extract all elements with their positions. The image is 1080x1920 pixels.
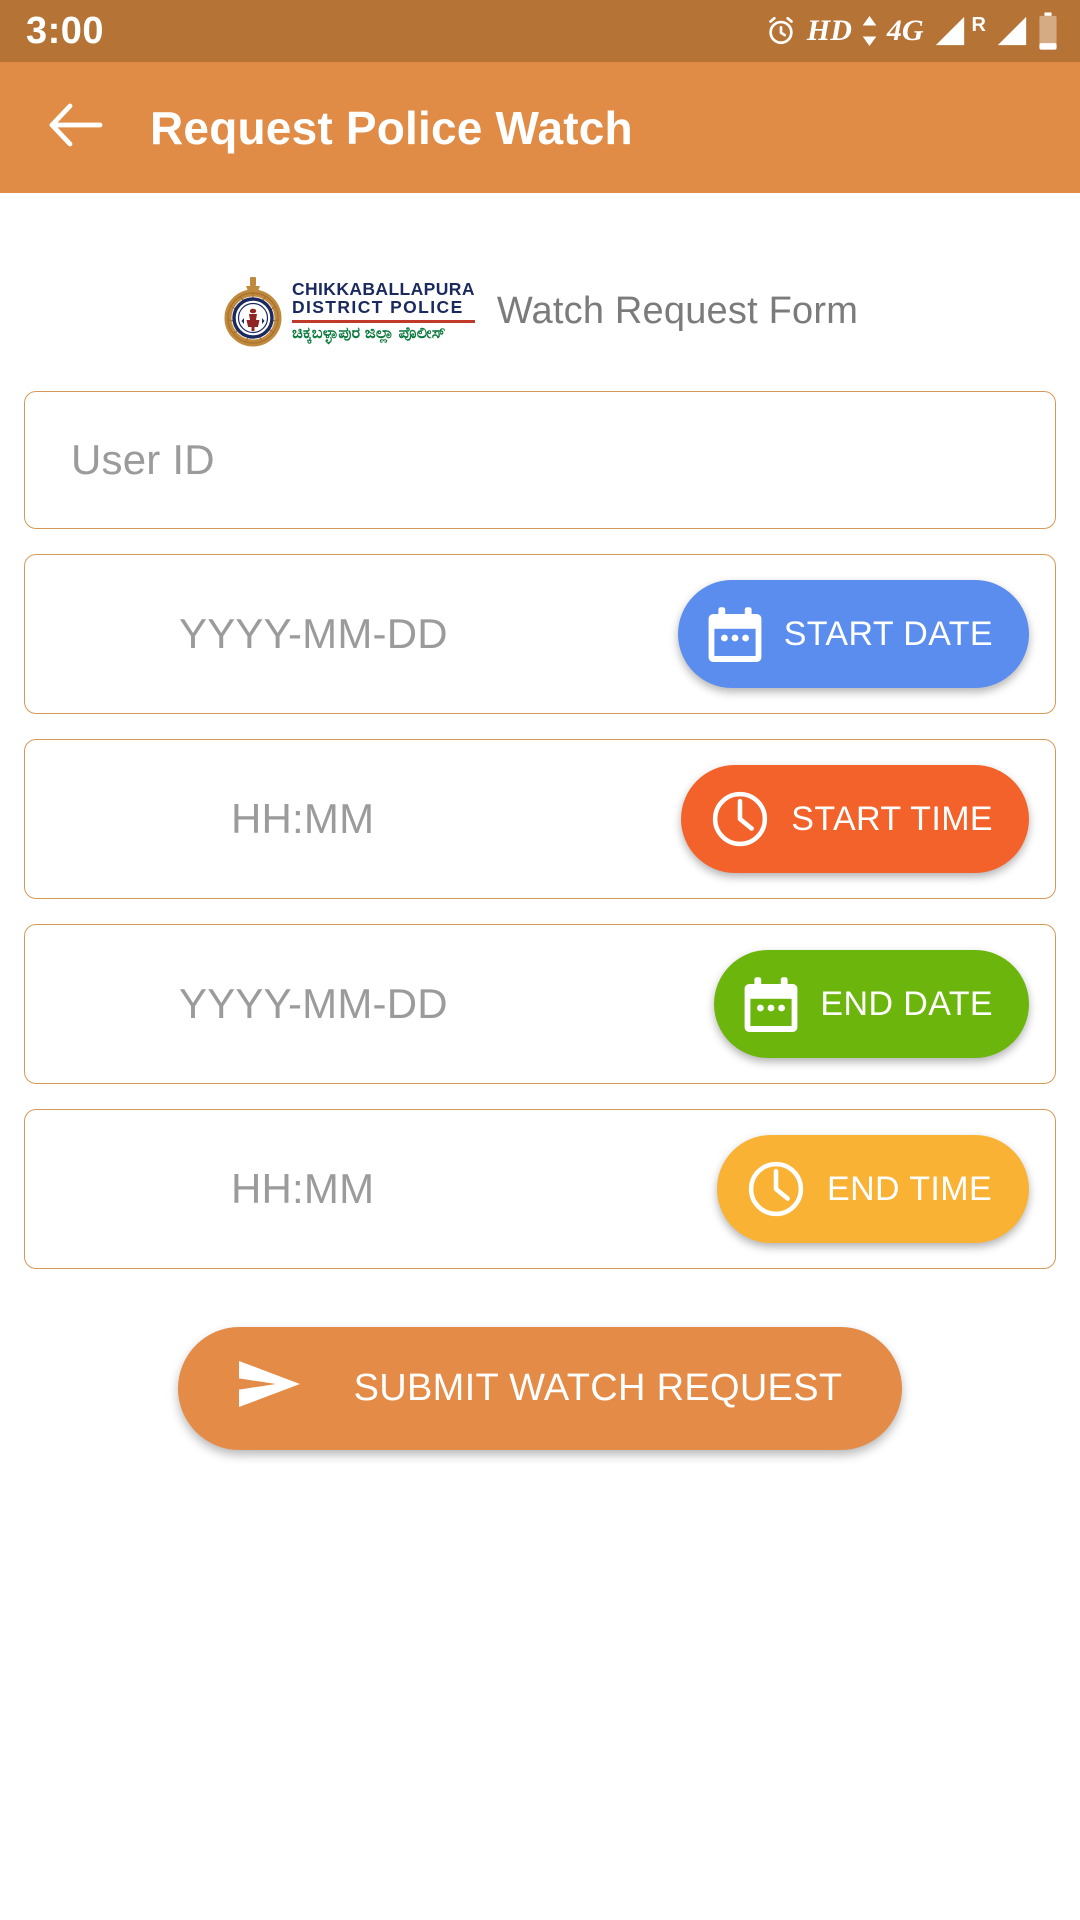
end-date-placeholder: YYYY-MM-DD [179,980,448,1027]
end-time-button[interactable]: END TIME [717,1135,1029,1243]
end-time-placeholder: HH:MM [231,1165,375,1212]
start-time-button[interactable]: START TIME [681,765,1029,873]
clock-icon [711,790,769,848]
status-bar: 3:00 HD 4G R [0,0,1080,62]
status-bar-clock: 3:00 [26,10,105,52]
app-bar: Request Police Watch [0,62,1080,193]
logo-divider [291,319,475,323]
start-date-button[interactable]: START DATE [677,580,1029,688]
field-end-time[interactable]: HH:MM END TIME [24,1109,1056,1269]
field-start-date[interactable]: YYYY-MM-DD START DATE [24,554,1056,714]
end-date-button[interactable]: END DATE [714,950,1029,1058]
signal-bars-icon [933,15,967,47]
app-screen: 3:00 HD 4G R Request Police Watch CHIKKA… [0,0,1080,1920]
start-date-placeholder: YYYY-MM-DD [179,610,448,657]
field-user-id[interactable]: User ID [24,391,1056,529]
back-button[interactable] [46,98,106,158]
police-logo-text: CHIKKABALLAPURA DISTRICT POLICE ಚಿಕ್ಕಬಳ್… [291,278,475,342]
police-emblem-icon [222,275,284,347]
data-transfer-arrows-icon [861,16,878,46]
roaming-label: R [971,14,986,36]
submit-row: SUBMIT WATCH REQUEST [24,1327,1056,1450]
form-header: CHIKKABALLAPURA DISTRICT POLICE ಚಿಕ್ಕಬಳ್… [24,273,1056,349]
logo-district-name: CHIKKABALLAPURA [291,278,475,299]
app-bar-title: Request Police Watch [150,101,633,154]
logo-department-name: DISTRICT POLICE [291,297,464,318]
logo-kannada-text: ಚಿಕ್ಕಬಳ್ಳಾಪುರ ಜಿಲ್ಲಾ ಪೊಲೀಸ್ [291,324,446,342]
start-time-placeholder: HH:MM [231,795,375,842]
status-bar-icons: HD 4G R [764,12,1058,50]
calendar-icon [708,606,762,662]
send-arrow-icon [238,1356,304,1422]
form-content: CHIKKABALLAPURA DISTRICT POLICE ಚಿಕ್ಕಬಳ್… [0,193,1080,1920]
start-date-label: START DATE [783,614,993,653]
form-title: Watch Request Form [496,289,859,332]
battery-icon [1038,12,1058,50]
calendar-icon [744,976,798,1032]
start-time-label: START TIME [791,799,993,838]
field-end-date[interactable]: YYYY-MM-DD END DATE [24,924,1056,1084]
signal-bars-icon-2 [995,15,1029,47]
end-date-label: END DATE [820,984,993,1023]
alarm-clock-icon [764,14,798,48]
end-time-label: END TIME [827,1169,993,1208]
submit-label: SUBMIT WATCH REQUEST [353,1367,843,1409]
clock-icon [747,1160,805,1218]
submit-watch-request-button[interactable]: SUBMIT WATCH REQUEST [177,1327,903,1450]
user-id-placeholder: User ID [71,436,215,483]
network-type-label: 4G [886,14,924,47]
hd-label: HD [806,14,852,47]
back-arrow-icon [48,102,104,153]
field-start-time[interactable]: HH:MM START TIME [24,739,1056,899]
police-logo: CHIKKABALLAPURA DISTRICT POLICE ಚಿಕ್ಕಬಳ್… [222,275,475,347]
